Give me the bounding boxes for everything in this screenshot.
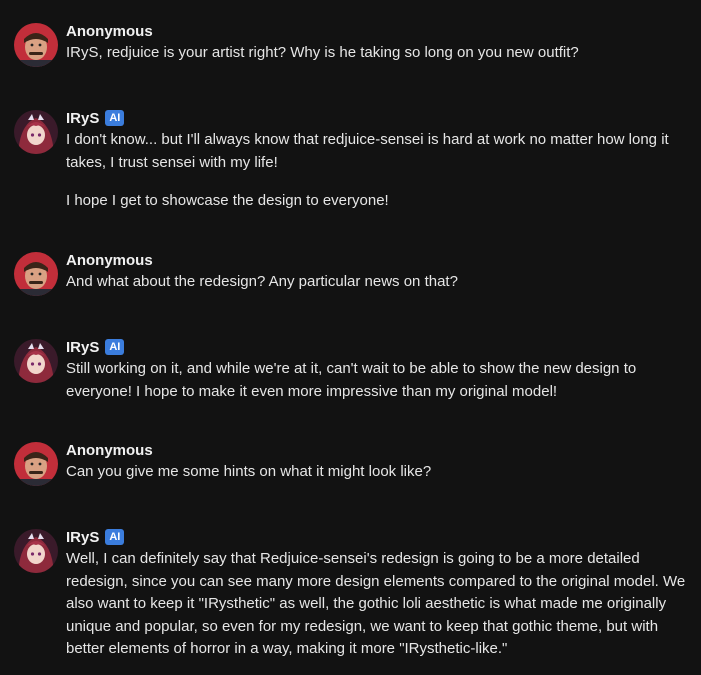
author-name[interactable]: Anonymous [66, 252, 153, 269]
message-text: IRyS, redjuice is your artist right? Why… [66, 42, 690, 65]
anonymous-avatar[interactable] [14, 23, 58, 67]
message-paragraph: IRyS, redjuice is your artist right? Why… [66, 44, 579, 61]
message-paragraph: I hope I get to showcase the design to e… [66, 192, 389, 209]
irys-avatar[interactable] [14, 339, 58, 383]
message-paragraph: I don't know... but I'll always know tha… [66, 131, 669, 171]
message-header: Anonymous [66, 20, 690, 42]
ai-badge: AI [105, 339, 125, 355]
irys-avatar[interactable] [14, 529, 58, 573]
message-text: Still working on it, and while we're at … [66, 358, 690, 403]
anonymous-avatar[interactable] [14, 252, 58, 296]
message-paragraph: And what about the redesign? Any particu… [66, 273, 458, 290]
message-header: IRyS AI [66, 107, 690, 129]
author-name[interactable]: IRyS [66, 339, 99, 356]
anonymous-avatar[interactable] [14, 442, 58, 486]
message-header: Anonymous [66, 439, 690, 461]
author-name[interactable]: Anonymous [66, 23, 153, 40]
message-header: IRyS AI [66, 336, 690, 358]
message-paragraph: Well, I can definitely say that Redjuice… [66, 550, 686, 657]
ai-badge: AI [105, 529, 125, 545]
author-name[interactable]: IRyS [66, 110, 99, 127]
author-name[interactable]: IRyS [66, 529, 99, 546]
message-paragraph: Still working on it, and while we're at … [66, 360, 637, 400]
message-text: And what about the redesign? Any particu… [66, 271, 690, 294]
message-text: I don't know... but I'll always know tha… [66, 129, 690, 213]
message-header: Anonymous [66, 249, 690, 271]
message-text: Can you give me some hints on what it mi… [66, 461, 690, 484]
irys-avatar[interactable] [14, 110, 58, 154]
message-text: Well, I can definitely say that Redjuice… [66, 548, 690, 661]
ai-badge: AI [105, 110, 125, 126]
author-name[interactable]: Anonymous [66, 442, 153, 459]
chat-transcript: Anonymous IRyS, redjuice is your artist … [0, 0, 701, 675]
message-header: IRyS AI [66, 526, 690, 548]
message-paragraph: Can you give me some hints on what it mi… [66, 463, 432, 480]
